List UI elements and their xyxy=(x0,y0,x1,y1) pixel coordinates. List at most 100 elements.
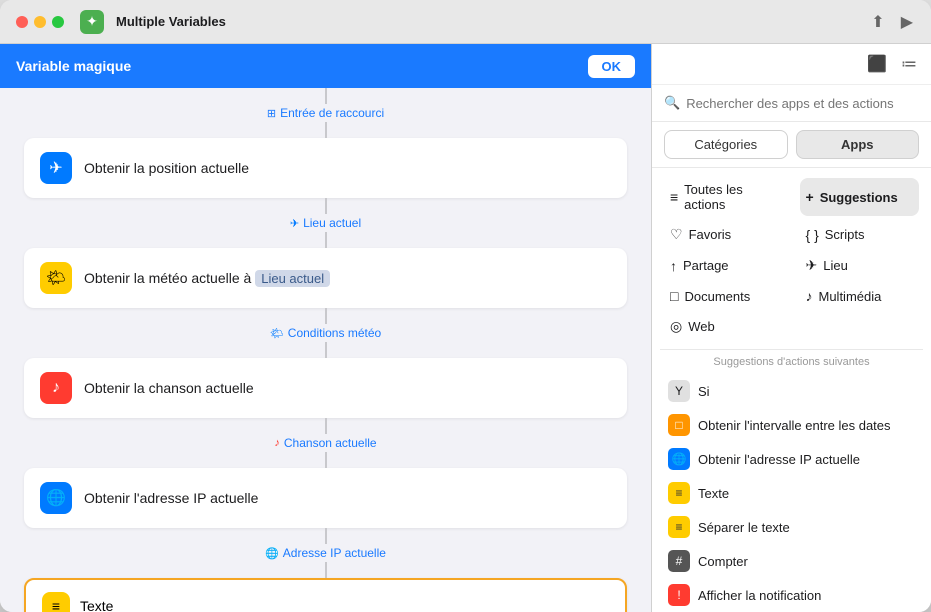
traffic-lights xyxy=(16,16,64,28)
category-lieu-label: Lieu xyxy=(823,258,848,273)
main-window: ✦ Multiple Variables ⬆ ▶ Variable magiqu… xyxy=(0,0,931,612)
favoris-icon: ♡ xyxy=(670,226,683,243)
play-button[interactable]: ▶ xyxy=(899,10,915,34)
category-partage[interactable]: ↑ Partage xyxy=(664,253,784,278)
suggestion-compter[interactable]: # Compter xyxy=(664,544,919,578)
suggestions-title: Suggestions d'actions suivantes xyxy=(664,356,919,368)
connector-line xyxy=(325,452,327,468)
category-multimedia[interactable]: ♪ Multimédia xyxy=(800,284,920,308)
ok-button[interactable]: OK xyxy=(588,55,636,78)
tab-categories[interactable]: Catégories xyxy=(664,130,788,159)
play-icon: ▶ xyxy=(901,12,913,32)
step-meteo-card[interactable]: 🌤 Obtenir la météo actuelle à Lieu actue… xyxy=(24,248,627,308)
search-icon: 🔍 xyxy=(664,95,680,111)
entry-connector: ⊞ Entrée de raccourci xyxy=(24,88,627,138)
suggestions-icon: + xyxy=(806,189,814,205)
meteo-output-icon: 🌤 xyxy=(270,327,284,340)
text-step-label: Texte xyxy=(80,598,113,612)
minimize-button[interactable] xyxy=(34,16,46,28)
filter-icon-button[interactable]: ≔ xyxy=(899,52,919,76)
step-music-card[interactable]: ♪ Obtenir la chanson actuelle xyxy=(24,358,627,418)
suggestion-si[interactable]: Y Si xyxy=(664,374,919,408)
suggestion-texte-label: Texte xyxy=(698,486,729,501)
step-text-card[interactable]: ≡ Texte Texte xyxy=(24,578,627,612)
category-web[interactable]: ◎ Web xyxy=(664,314,784,339)
location-output-connector: ✈ Lieu actuel xyxy=(24,198,627,248)
step-location-card[interactable]: ✈ Obtenir la position actuelle xyxy=(24,138,627,198)
category-all[interactable]: ≡ Toutes les actions xyxy=(664,178,784,216)
suggestion-si-label: Si xyxy=(698,384,710,399)
app-icon: ✦ xyxy=(80,10,104,34)
suggestion-separer[interactable]: ≡ Séparer le texte xyxy=(664,510,919,544)
step-meteo-text: Obtenir la météo actuelle à Lieu actuel xyxy=(84,270,330,286)
suggestion-texte[interactable]: ≡ Texte xyxy=(664,476,919,510)
connector-line xyxy=(325,528,327,544)
category-suggestions[interactable]: + Suggestions xyxy=(800,178,920,216)
connector-line xyxy=(325,122,327,138)
tab-apps[interactable]: Apps xyxy=(796,130,920,159)
connector-line xyxy=(325,308,327,324)
tray-icon-button[interactable]: ⬛ xyxy=(865,52,889,76)
category-lieu[interactable]: ✈ Lieu xyxy=(800,253,920,278)
variable-magic-header: Variable magique OK xyxy=(0,44,651,88)
connector-line xyxy=(325,232,327,248)
step-ip-text: Obtenir l'adresse IP actuelle xyxy=(84,490,258,506)
suggestion-adresse-ip-label: Obtenir l'adresse IP actuelle xyxy=(698,452,860,467)
close-button[interactable] xyxy=(16,16,28,28)
suggestion-intervalle-label: Obtenir l'intervalle entre les dates xyxy=(698,418,891,433)
entry-icon: ⊞ xyxy=(267,107,276,120)
ip-output-label[interactable]: 🌐 Adresse IP actuelle xyxy=(265,546,386,560)
separer-icon: ≡ xyxy=(668,516,690,538)
search-input[interactable] xyxy=(686,96,919,111)
maximize-button[interactable] xyxy=(52,16,64,28)
suggestion-intervalle[interactable]: □ Obtenir l'intervalle entre les dates xyxy=(664,408,919,442)
tabs-row: Catégories Apps xyxy=(652,122,931,168)
location-output-label[interactable]: ✈ Lieu actuel xyxy=(290,216,361,230)
adresse-ip-icon: 🌐 xyxy=(668,448,690,470)
right-panel: ⬛ ≔ 🔍 Catégories Apps ≡ Toutes les actio… xyxy=(651,44,931,612)
partage-icon: ↑ xyxy=(670,258,677,274)
category-all-label: Toutes les actions xyxy=(684,182,777,212)
connector-line xyxy=(325,418,327,434)
share-button[interactable]: ⬆ xyxy=(869,10,886,34)
share-icon: ⬆ xyxy=(871,12,884,32)
suggestion-notification[interactable]: ! Afficher la notification xyxy=(664,578,919,612)
multimedia-icon: ♪ xyxy=(806,288,813,304)
location-output-icon: ✈ xyxy=(290,217,299,230)
suggestion-notification-label: Afficher la notification xyxy=(698,588,821,603)
notification-icon: ! xyxy=(668,584,690,606)
text-step-icon: ≡ xyxy=(42,592,70,612)
documents-icon: □ xyxy=(670,288,678,304)
suggestions-section: Suggestions d'actions suivantes Y Si □ O… xyxy=(652,350,931,612)
music-output-label[interactable]: ♪ Chanson actuelle xyxy=(274,436,376,450)
music-output-icon: ♪ xyxy=(274,437,280,449)
step-ip-icon: 🌐 xyxy=(40,482,72,514)
si-icon: Y xyxy=(668,380,690,402)
categories-grid: ≡ Toutes les actions + Suggestions ♡ Fav… xyxy=(652,168,931,349)
step-music-icon: ♪ xyxy=(40,372,72,404)
step-ip-card[interactable]: 🌐 Obtenir l'adresse IP actuelle xyxy=(24,468,627,528)
category-documents-label: Documents xyxy=(684,289,750,304)
steps-container: ⊞ Entrée de raccourci ✈ Obtenir la posit… xyxy=(0,88,651,612)
category-favoris[interactable]: ♡ Favoris xyxy=(664,222,784,247)
suggestion-adresse-ip[interactable]: 🌐 Obtenir l'adresse IP actuelle xyxy=(664,442,919,476)
all-icon: ≡ xyxy=(670,189,678,205)
category-scripts-label: Scripts xyxy=(825,227,865,242)
ip-output-icon: 🌐 xyxy=(265,547,279,560)
category-suggestions-label: Suggestions xyxy=(820,190,898,205)
category-documents[interactable]: □ Documents xyxy=(664,284,784,308)
category-scripts[interactable]: { } Scripts xyxy=(800,222,920,247)
category-favoris-label: Favoris xyxy=(689,227,732,242)
connector-line xyxy=(325,88,327,104)
music-output-connector: ♪ Chanson actuelle xyxy=(24,418,627,468)
category-partage-label: Partage xyxy=(683,258,729,273)
titlebar-actions: ⬆ ▶ xyxy=(869,10,915,34)
suggestion-compter-label: Compter xyxy=(698,554,748,569)
meteo-output-label[interactable]: 🌤 Conditions météo xyxy=(270,326,381,340)
scripts-icon: { } xyxy=(806,227,819,243)
category-web-label: Web xyxy=(688,319,715,334)
variable-magic-title: Variable magique xyxy=(16,58,131,74)
main-content: Variable magique OK ⊞ Entrée de raccourc… xyxy=(0,44,931,612)
meteo-variable-pill[interactable]: Lieu actuel xyxy=(255,270,330,287)
step-music-text: Obtenir la chanson actuelle xyxy=(84,380,254,396)
